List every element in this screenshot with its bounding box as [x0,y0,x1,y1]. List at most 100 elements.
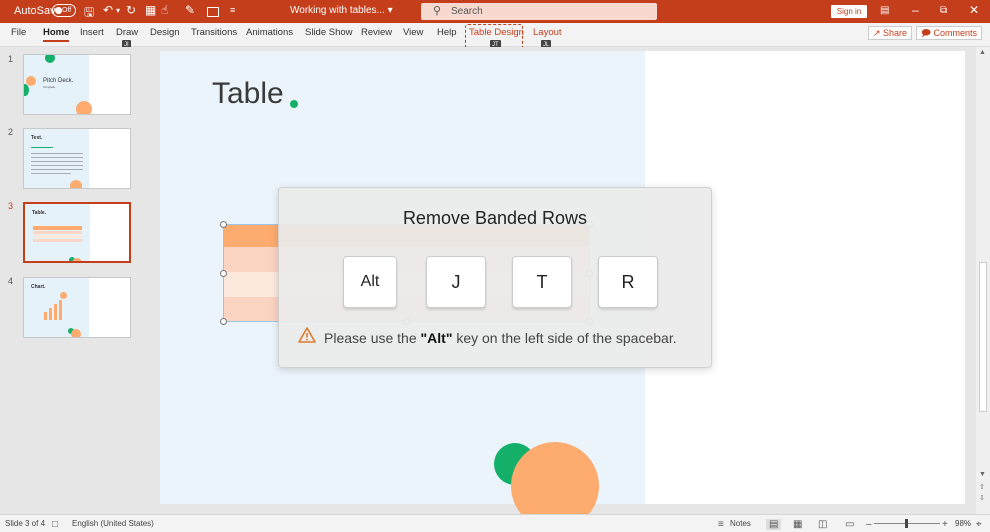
thumb-bar [54,304,57,320]
thumb-table-row [33,239,82,242]
share-icon: ↗ [872,28,881,38]
close-icon[interactable]: ✕ [969,3,979,17]
resize-handle[interactable] [220,270,227,277]
shortcut-popup: Remove Banded Rows Alt J T R Please use … [278,187,712,368]
thumbnail-slide-4[interactable]: Chart. [23,277,131,338]
thumb-number-1: 1 [8,54,14,64]
thumb-title: Chart. [31,284,46,290]
title-bar: AutoSave Off 🖫 ↶ ▾ ↻ ▦ ☝ ✎ ≡ Working wit… [0,0,990,23]
thumb-text-line [31,161,83,162]
tab-animations[interactable]: Animations [246,27,293,38]
next-slide-icon[interactable]: ⇩ [979,494,985,502]
undo-icon[interactable]: ↶ [103,3,113,17]
thumb-number-2: 2 [8,127,14,137]
key-j: J [426,256,486,308]
search-box[interactable]: ⚲ Search [421,3,657,20]
warning-icon [298,327,316,343]
slideshow-icon[interactable]: ▭ [845,519,854,530]
presenter-icon[interactable]: ▦ [145,3,156,17]
thumb-table-row [33,231,82,234]
thumb-table-row [33,226,82,230]
thumb-table-row [33,235,82,238]
scroll-thumb[interactable] [979,262,987,412]
search-icon: ⚲ [433,5,442,17]
thumb-dot [60,292,67,299]
normal-view-icon[interactable]: ▤ [766,519,782,530]
thumb-dot [76,101,92,114]
tab-review[interactable]: Review [361,27,392,38]
reading-view-icon[interactable]: ◫ [818,519,827,530]
slide-sorter-icon[interactable]: ▦ [793,519,802,530]
language-indicator[interactable]: English (United States) [72,519,154,528]
tab-insert[interactable]: Insert [80,27,104,38]
minimize-icon[interactable]: – [912,3,919,17]
popup-title: Remove Banded Rows [402,208,588,228]
thumb-title: Pitch Deck. [43,78,74,84]
title-accent-dot [290,100,298,108]
autosave-toggle[interactable]: Off [52,4,76,17]
tab-slide-show[interactable]: Slide Show [305,27,353,38]
sign-in-button[interactable]: Sign in [831,5,867,18]
document-title[interactable]: Working with tables... ▾ [290,5,393,16]
tab-home[interactable]: Home [43,27,70,42]
key-r: R [598,256,658,308]
thumbnail-slide-2[interactable]: Text. [23,128,131,189]
slide-title[interactable]: Table [212,77,284,111]
share-button[interactable]: ↗ Share [868,26,912,40]
undo-dropdown-icon[interactable]: ▾ [116,6,120,15]
customize-qat-icon[interactable]: ≡ [230,5,235,15]
warning-message: Please use the "Alt" key on the left sid… [324,330,677,346]
zoom-out-icon[interactable]: – [866,519,872,530]
thumb-text-line [31,147,53,148]
tab-transitions[interactable]: Transitions [191,27,237,38]
thumb-text-line [31,173,71,174]
save-icon[interactable]: 🖫 [84,3,94,24]
tab-layout[interactable]: Layout [533,27,562,38]
tab-draw[interactable]: Draw [116,27,138,38]
comments-button[interactable]: 🗩 Comments [916,26,982,40]
thumb-bar [44,312,47,320]
prev-slide-icon[interactable]: ⇧ [979,483,985,491]
thumbnail-slide-1[interactable]: Pitch Deck. Template [23,54,131,115]
thumb-bar [59,300,62,320]
thumb-number-4: 4 [8,276,14,286]
notes-button[interactable]: Notes [730,519,751,528]
zoom-level[interactable]: 98% [955,519,971,528]
touch-mode-icon[interactable]: ☝ [161,3,168,17]
comments-label: Comments [933,28,978,38]
notes-icon[interactable]: ≡ [718,519,724,530]
accessibility-icon[interactable]: □ [52,519,58,530]
fit-to-window-icon[interactable]: ⌖ [976,519,982,530]
ribbon-display-icon[interactable]: ▤ [880,5,889,16]
thumb-bar [49,308,52,320]
thumb-text-line [31,165,83,166]
share-label: Share [883,28,908,38]
draw-tool-icon[interactable]: ✎ [185,3,195,17]
key-t: T [512,256,572,308]
restore-icon[interactable]: ⧉ [940,5,947,16]
slide-thumbnail-pane: 1 Pitch Deck. Template 2 Text. 3 Table. … [0,47,146,514]
zoom-slider[interactable] [874,519,940,528]
thumb-title: Text. [31,135,43,141]
thumb-text-line [31,157,83,158]
scroll-up-icon[interactable]: ▲ [979,49,986,56]
search-placeholder: Search [451,6,483,17]
resize-handle[interactable] [220,318,227,325]
tab-design[interactable]: Design [150,27,180,38]
scroll-down-icon[interactable]: ▼ [979,471,986,478]
thumbnail-slide-3[interactable]: Table. [23,202,131,263]
status-bar: Slide 3 of 4 □ English (United States) ≡… [0,514,990,532]
redo-icon[interactable]: ↻ [126,3,136,17]
thumb-dot [71,329,81,337]
tab-file[interactable]: File [11,27,26,38]
thumb-text-line [31,153,83,154]
tab-help[interactable]: Help [437,27,457,38]
thumb-text-line [31,169,83,170]
slide-counter: Slide 3 of 4 [5,519,46,528]
shape-icon[interactable] [207,7,219,17]
zoom-in-icon[interactable]: + [942,519,948,530]
resize-handle[interactable] [220,221,227,228]
vertical-scrollbar[interactable]: ▲ ▼ ⇧ ⇩ [976,47,990,514]
thumb-dot [70,180,82,188]
tab-view[interactable]: View [403,27,423,38]
